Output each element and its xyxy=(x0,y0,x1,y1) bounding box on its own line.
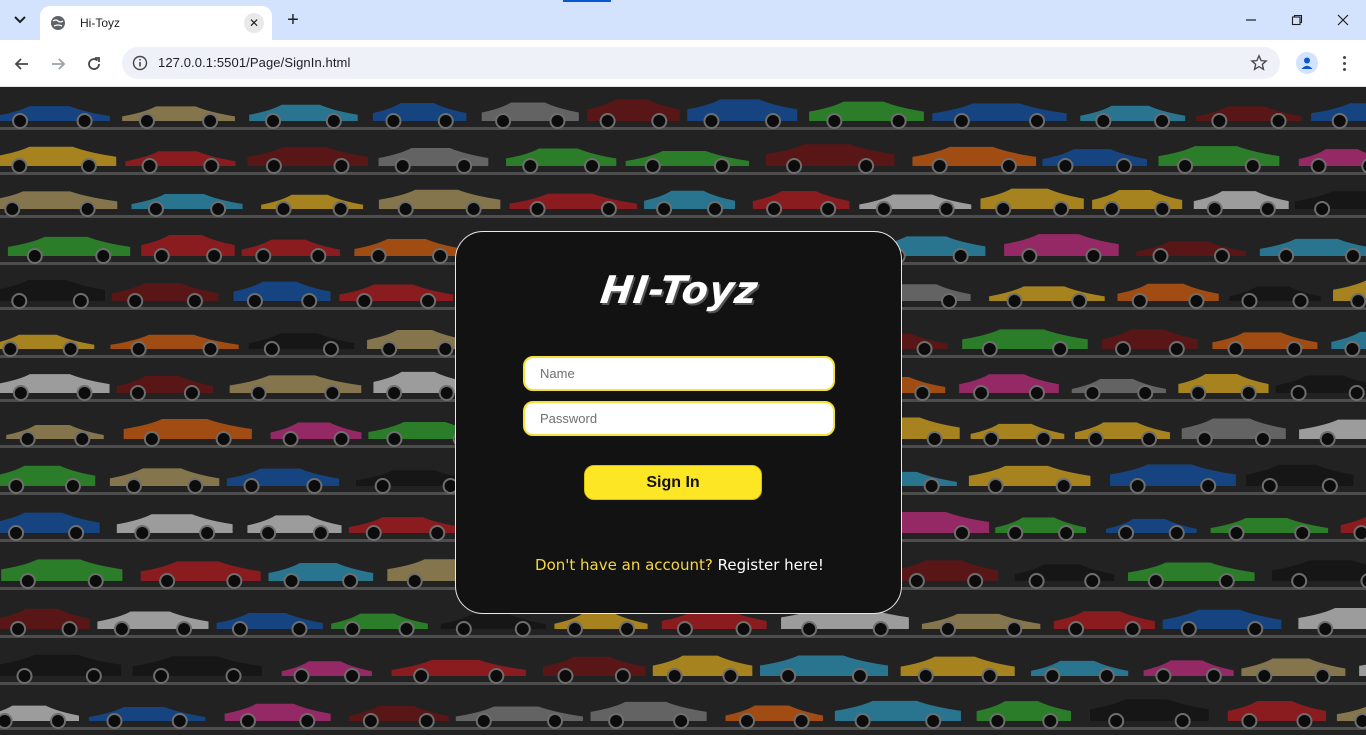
reload-icon[interactable] xyxy=(80,50,108,78)
register-prompt: Don't have an account? Register here! xyxy=(456,556,903,574)
restore-icon[interactable] xyxy=(1274,6,1320,34)
tab-bar: Hi-Toyz ✕ + xyxy=(0,0,1366,40)
register-question: Don't have an account? xyxy=(535,556,713,574)
browser-toolbar: 127.0.0.1:5501/Page/SignIn.html xyxy=(0,40,1366,87)
minimize-icon[interactable] xyxy=(1228,6,1274,34)
sign-in-button[interactable]: Sign In xyxy=(584,465,762,500)
signin-card: HI-Toyz Sign In Don't have an account? R… xyxy=(455,231,902,614)
star-icon[interactable] xyxy=(1250,54,1268,72)
info-icon[interactable] xyxy=(132,55,148,71)
browser-tab[interactable]: Hi-Toyz ✕ xyxy=(40,6,272,40)
menu-dots-icon[interactable] xyxy=(1334,52,1354,74)
tab-strip-indicator xyxy=(563,0,611,2)
forward-arrow-icon[interactable] xyxy=(44,50,72,78)
back-arrow-icon[interactable] xyxy=(8,50,36,78)
page-viewport: HI-Toyz Sign In Don't have an account? R… xyxy=(0,87,1366,735)
register-link[interactable]: Register here! xyxy=(718,556,824,574)
tab-search-icon[interactable] xyxy=(8,8,32,32)
profile-icon[interactable] xyxy=(1296,52,1318,74)
name-input[interactable] xyxy=(523,356,835,391)
close-window-icon[interactable] xyxy=(1320,6,1366,34)
password-input[interactable] xyxy=(523,401,835,436)
close-icon[interactable]: ✕ xyxy=(244,13,264,33)
plus-icon[interactable]: + xyxy=(282,9,304,31)
url-text: 127.0.0.1:5501/Page/SignIn.html xyxy=(158,55,351,70)
hi-toyz-logo: HI-Toyz xyxy=(597,268,762,312)
tab-title: Hi-Toyz xyxy=(80,16,121,30)
globe-favicon-icon xyxy=(51,16,65,30)
address-bar[interactable]: 127.0.0.1:5501/Page/SignIn.html xyxy=(122,47,1280,79)
